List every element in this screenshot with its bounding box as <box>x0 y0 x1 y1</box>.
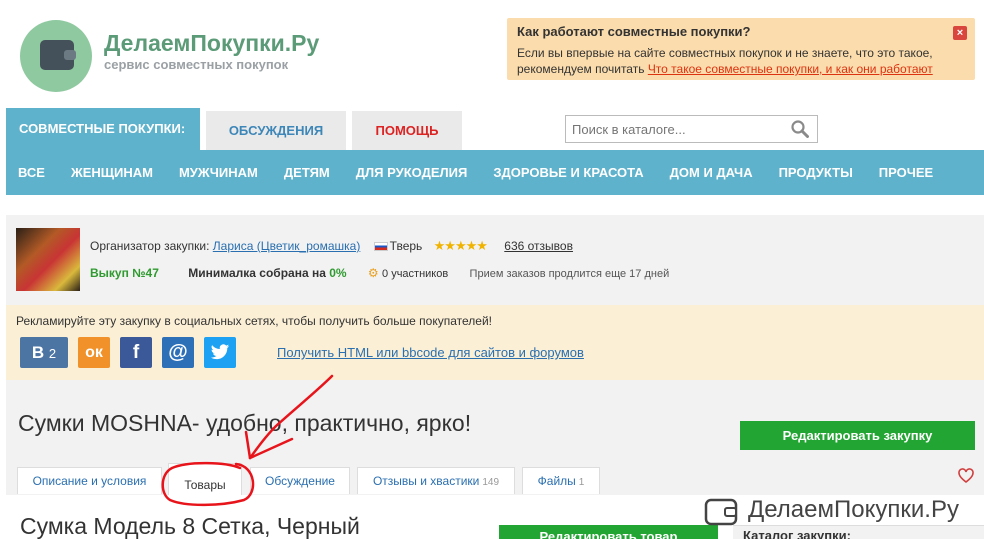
avatar[interactable] <box>16 228 80 291</box>
tab-files[interactable]: Файлы 1 <box>522 467 600 494</box>
minimum-label: Минималка собрана на <box>188 266 330 280</box>
organizer-line: Организатор закупки: Лариса (Цветик_рома… <box>90 238 573 254</box>
category-women[interactable]: ЖЕНЩИНАМ <box>71 165 153 180</box>
search-box <box>565 115 818 143</box>
organizer-panel <box>6 215 984 305</box>
tab-discussions[interactable]: ОБСУЖДЕНИЯ <box>206 111 346 150</box>
reviews-link[interactable]: 636 отзывов <box>504 239 573 253</box>
batch-number: Выкуп №47 <box>90 266 159 280</box>
category-food[interactable]: ПРОДУКТЫ <box>779 165 853 180</box>
close-icon[interactable]: × <box>953 26 967 40</box>
embed-code-link[interactable]: Получить HTML или bbcode для сайтов и фо… <box>277 345 584 360</box>
category-health-beauty[interactable]: ЗДОРОВЬЕ И КРАСОТА <box>493 165 643 180</box>
tab-reviews[interactable]: Отзывы и хвастики 149 <box>357 467 515 494</box>
search-input[interactable] <box>566 116 776 142</box>
minimum-value: 0% <box>329 266 347 280</box>
vk-share-button[interactable]: В 2 <box>20 337 68 368</box>
vk-share-count: 2 <box>48 346 57 361</box>
category-men[interactable]: МУЖЧИНАМ <box>179 165 258 180</box>
tab-files-count: 1 <box>578 477 585 488</box>
category-all[interactable]: ВСЕ <box>18 165 45 180</box>
participants-icon: ⚙ <box>367 266 379 280</box>
organizer-name-link[interactable]: Лариса (Цветик_ромашка) <box>213 239 361 253</box>
mailru-share-button[interactable]: @ <box>162 337 194 368</box>
info-text: Если вы впервые на сайте совместных поку… <box>517 45 965 77</box>
product-title[interactable]: Сумка Модель 8 Сетка, Черный <box>20 513 360 539</box>
vk-icon: В <box>31 343 45 362</box>
watermark-wallet-icon <box>704 498 738 526</box>
tab-reviews-count: 149 <box>482 477 500 488</box>
category-kids[interactable]: ДЕТЯМ <box>284 165 330 180</box>
twitter-bird-icon <box>210 344 230 360</box>
info-link[interactable]: Что такое совместные покупки, и как они … <box>648 62 933 76</box>
tab-help[interactable]: ПОМОЩЬ <box>352 111 462 150</box>
info-box: Как работают совместные покупки? Если вы… <box>507 18 975 80</box>
organizer-label: Организатор закупки: <box>90 239 210 253</box>
organizer-city: Тверь <box>389 239 423 253</box>
rating-stars: ★★★★★ <box>433 238 488 253</box>
twitter-share-button[interactable] <box>204 337 236 368</box>
category-home-garden[interactable]: ДОМ И ДАЧА <box>670 165 753 180</box>
edit-purchase-button[interactable]: Редактировать закупку <box>740 421 975 450</box>
category-nav: ВСЕ ЖЕНЩИНАМ МУЖЧИНАМ ДЕТЯМ ДЛЯ РУКОДЕЛИ… <box>6 150 984 195</box>
purchase-title: Сумки MOSHNA- удобно, практично, ярко! <box>18 410 472 436</box>
category-other[interactable]: ПРОЧЕЕ <box>879 165 933 180</box>
participants-count: 0 участников <box>382 268 449 280</box>
orders-deadline: Прием заказов продлится еще 17 дней <box>469 268 670 280</box>
edit-product-button[interactable]: Редактировать товар <box>499 525 718 539</box>
tab-files-label: Файлы <box>537 474 576 488</box>
odnoklassniki-share-button[interactable]: ок <box>78 337 110 368</box>
info-title: Как работают совместные покупки? <box>517 24 751 39</box>
catalog-heading: Каталог закупки: <box>733 525 984 539</box>
tab-goods[interactable]: Товары <box>168 463 242 495</box>
heart-icon[interactable] <box>958 468 974 484</box>
tab-reviews-label: Отзывы и хвастики <box>372 474 480 488</box>
facebook-icon: f <box>132 342 140 363</box>
promo-text: Рекламируйте эту закупку в социальных се… <box>16 314 492 328</box>
mail-at-icon: @ <box>168 341 188 363</box>
facebook-share-button[interactable]: f <box>120 337 152 368</box>
wallet-icon <box>40 40 76 70</box>
purchase-stats: Выкуп №47 Минималка собрана на 0% ⚙ 0 уч… <box>90 266 669 280</box>
watermark-text: ДелаемПокупки.Ру <box>748 496 959 523</box>
category-handicraft[interactable]: ДЛЯ РУКОДЕЛИЯ <box>356 165 468 180</box>
site-subtitle: сервис совместных покупок <box>104 57 289 72</box>
odnoklassniki-icon: ок <box>85 344 103 361</box>
tab-joint-purchases[interactable]: СОВМЕСТНЫЕ ПОКУПКИ: <box>6 108 200 150</box>
tab-discussion[interactable]: Обсуждение <box>250 467 350 494</box>
search-icon[interactable] <box>791 120 809 138</box>
russia-flag-icon <box>373 242 388 252</box>
tab-description[interactable]: Описание и условия <box>17 467 162 494</box>
site-title[interactable]: ДелаемПокупки.Ру <box>104 30 319 57</box>
